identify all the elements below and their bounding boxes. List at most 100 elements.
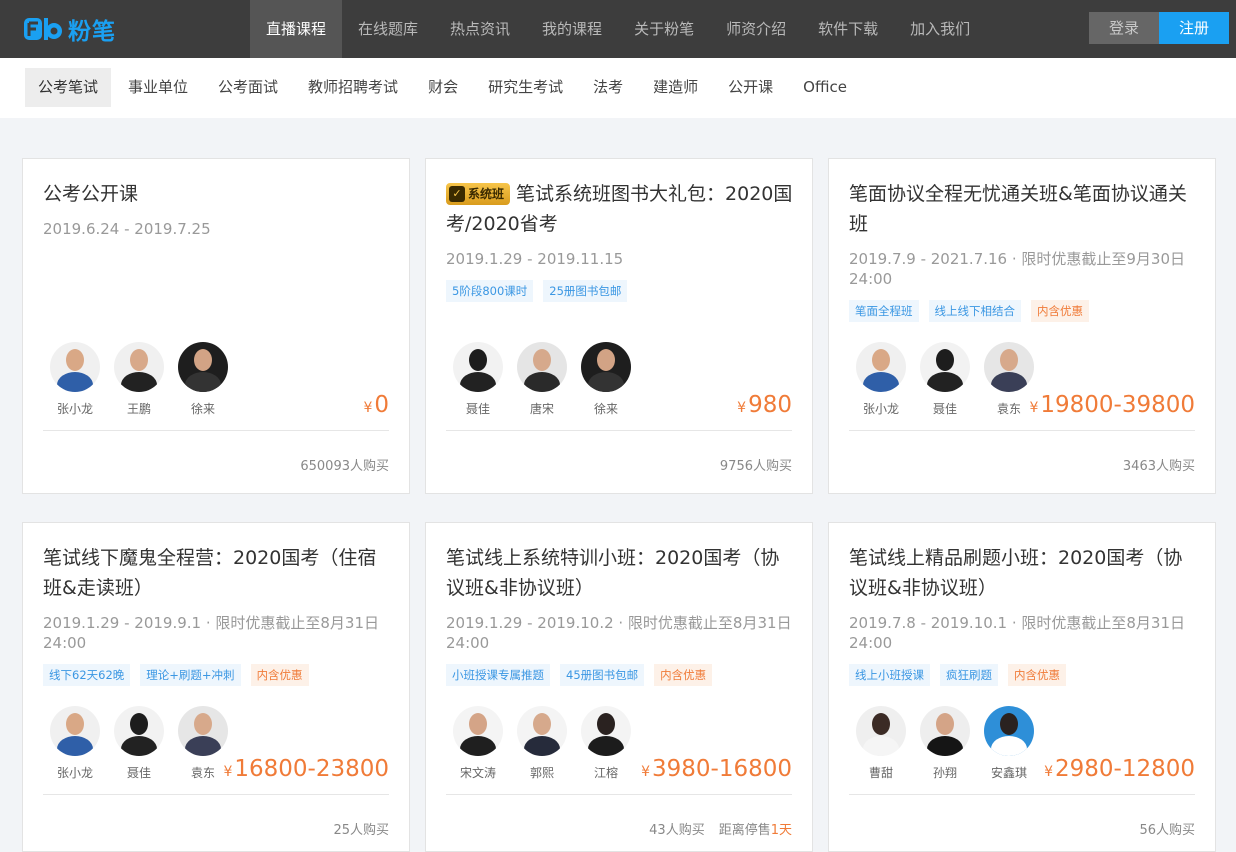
purchase-count: 3463人购买 bbox=[1122, 459, 1195, 474]
course-card[interactable]: 公考公开课 2019.6.24 - 2019.7.25 张小龙 王鹏 徐来 ¥0… bbox=[22, 158, 410, 494]
course-card[interactable]: ✓ 系统班 笔试系统班图书大礼包：2020国考/2020省考 2019.1.29 -… bbox=[425, 158, 813, 494]
teacher[interactable]: 张小龙 bbox=[43, 342, 107, 417]
nav-item-news[interactable]: 热点资讯 bbox=[434, 0, 526, 58]
card-divider bbox=[849, 794, 1195, 795]
avatar bbox=[50, 342, 100, 392]
nav-item-join-us[interactable]: 加入我们 bbox=[894, 0, 986, 58]
teacher-list: 张小龙 聂佳 袁东 bbox=[849, 342, 1041, 417]
discount-tag: 内含优惠 bbox=[1031, 300, 1089, 322]
category-tab-constructor[interactable]: 建造师 bbox=[640, 68, 711, 107]
login-button[interactable]: 登录 bbox=[1089, 12, 1159, 44]
card-divider bbox=[43, 794, 389, 795]
currency-symbol: ¥ bbox=[641, 764, 650, 780]
course-tag: 小班授课专属推题 bbox=[446, 664, 550, 686]
category-tab-postgraduate[interactable]: 研究生考试 bbox=[475, 68, 576, 107]
teacher[interactable]: 聂佳 bbox=[913, 342, 977, 417]
teacher[interactable]: 孙翔 bbox=[913, 706, 977, 781]
avatar bbox=[856, 706, 906, 756]
teacher-name: 王鹏 bbox=[126, 402, 151, 416]
teacher[interactable]: 徐来 bbox=[574, 342, 638, 417]
teacher-name: 徐来 bbox=[190, 402, 215, 416]
nav-item-live-courses[interactable]: 直播课程 bbox=[250, 0, 343, 58]
price-value: 19800-39800 bbox=[1040, 392, 1195, 418]
avatar bbox=[453, 706, 503, 756]
course-price: ¥0 bbox=[363, 392, 389, 418]
main-nav: 直播课程 在线题库 热点资讯 我的课程 关于粉笔 师资介绍 软件下载 加入我们 bbox=[250, 0, 986, 58]
course-card[interactable]: 笔试线上系统特训小班：2020国考（协议班&非协议班） 2019.1.29 - … bbox=[425, 522, 813, 852]
teacher[interactable]: 聂佳 bbox=[107, 706, 171, 781]
category-tab-office[interactable]: Office bbox=[790, 68, 860, 107]
teacher-name: 宋文涛 bbox=[459, 766, 496, 780]
course-date: 2019.1.29 - 2019.11.15 bbox=[446, 250, 624, 268]
category-tab-civil-interview[interactable]: 公考面试 bbox=[205, 68, 291, 107]
teacher[interactable]: 宋文涛 bbox=[446, 706, 510, 781]
category-tab-law[interactable]: 法考 bbox=[580, 68, 636, 107]
teacher[interactable]: 徐来 bbox=[171, 342, 235, 417]
course-card[interactable]: 笔面协议全程无忧通关班&笔面协议通关班 2019.7.9 - 2021.7.16… bbox=[828, 158, 1216, 494]
course-tags: 线上小班授课 疯狂刷题 内含优惠 bbox=[849, 664, 1076, 686]
category-tab-teacher-recruit[interactable]: 教师招聘考试 bbox=[295, 68, 411, 107]
course-tag: 线下62天62晚 bbox=[43, 664, 131, 686]
purchase-count: 25人购买 bbox=[333, 823, 389, 838]
category-tab-public-institution[interactable]: 事业单位 bbox=[115, 68, 201, 107]
discount-tag: 内含优惠 bbox=[654, 664, 713, 686]
teacher-name: 聂佳 bbox=[932, 402, 957, 416]
teacher-name: 孙翔 bbox=[932, 766, 957, 780]
currency-symbol: ¥ bbox=[363, 400, 373, 416]
nav-item-my-courses[interactable]: 我的课程 bbox=[526, 0, 618, 58]
course-title: 笔面协议全程无忧通关班&笔面协议通关班 bbox=[849, 183, 1187, 235]
discount-tag: 内含优惠 bbox=[250, 664, 309, 686]
category-tab-open-course[interactable]: 公开课 bbox=[715, 68, 786, 107]
course-tag: 25册图书包邮 bbox=[543, 280, 628, 302]
avatar bbox=[984, 342, 1034, 392]
avatar bbox=[920, 706, 970, 756]
teacher[interactable]: 张小龙 bbox=[849, 342, 913, 417]
fenbi-logo[interactable]: 粉笔 bbox=[24, 13, 116, 45]
currency-symbol: ¥ bbox=[1029, 400, 1039, 416]
course-date: 2019.1.29 - 2019.9.1 · 限时优惠截止至8月31日 24:0… bbox=[43, 614, 380, 652]
course-price: ¥980 bbox=[737, 392, 792, 418]
category-tab-accounting[interactable]: 财会 bbox=[415, 68, 471, 107]
course-card[interactable]: 笔试线上精品刷题小班：2020国考（协议班&非协议班） 2019.7.8 - 2… bbox=[828, 522, 1216, 852]
teacher[interactable]: 郭熙 bbox=[510, 706, 574, 781]
teacher[interactable]: 唐宋 bbox=[510, 342, 574, 417]
teacher-name: 聂佳 bbox=[465, 402, 490, 416]
teacher[interactable]: 曹甜 bbox=[849, 706, 913, 781]
category-tab-civil-written[interactable]: 公考笔试 bbox=[25, 68, 112, 107]
teacher[interactable]: 张小龙 bbox=[43, 706, 107, 781]
course-price: ¥19800-39800 bbox=[1029, 392, 1195, 418]
logo-text: 粉笔 bbox=[68, 19, 116, 45]
teacher-name: 张小龙 bbox=[56, 766, 93, 780]
course-card[interactable]: 笔试线下魔鬼全程营：2020国考（住宿班&走读班） 2019.1.29 - 20… bbox=[22, 522, 410, 852]
nav-item-teachers[interactable]: 师资介绍 bbox=[710, 0, 802, 58]
course-title: ✓ 系统班 笔试系统班图书大礼包：2020国考/2020省考 bbox=[446, 179, 796, 239]
avatar bbox=[453, 342, 503, 392]
teacher[interactable]: 江榕 bbox=[574, 706, 638, 781]
teacher-list: 聂佳 唐宋 徐来 bbox=[446, 342, 638, 417]
teacher[interactable]: 安鑫琪 bbox=[977, 706, 1041, 781]
card-divider bbox=[849, 430, 1195, 431]
avatar bbox=[114, 342, 164, 392]
countdown-label: 距离停售 bbox=[718, 823, 771, 838]
badge-icon: ✓ bbox=[449, 186, 465, 202]
avatar bbox=[920, 342, 970, 392]
course-tags: 笔面全程班 线上线下相结合 内含优惠 bbox=[849, 300, 1099, 322]
teacher-name: 袁东 bbox=[996, 402, 1021, 416]
register-button[interactable]: 注册 bbox=[1159, 12, 1229, 44]
sale-countdown: 距离停售1天 bbox=[719, 823, 792, 838]
avatar bbox=[50, 706, 100, 756]
avatar bbox=[114, 706, 164, 756]
teacher[interactable]: 聂佳 bbox=[446, 342, 510, 417]
course-date: 2019.7.8 - 2019.10.1 · 限时优惠截止至8月31日 24:0… bbox=[849, 614, 1186, 652]
badge-label: 系统班 bbox=[468, 187, 505, 201]
logo-mark-icon bbox=[24, 16, 64, 42]
nav-item-question-bank[interactable]: 在线题库 bbox=[342, 0, 434, 58]
teacher-name: 唐宋 bbox=[529, 402, 554, 416]
teacher-name: 袁东 bbox=[190, 766, 215, 780]
nav-item-download[interactable]: 软件下载 bbox=[802, 0, 894, 58]
avatar bbox=[178, 342, 228, 392]
nav-item-about[interactable]: 关于粉笔 bbox=[618, 0, 710, 58]
teacher[interactable]: 王鹏 bbox=[107, 342, 171, 417]
price-value: 3980-16800 bbox=[652, 756, 792, 782]
category-bar: 公考笔试 事业单位 公考面试 教师招聘考试 财会 研究生考试 法考 建造师 公开… bbox=[0, 58, 1236, 118]
